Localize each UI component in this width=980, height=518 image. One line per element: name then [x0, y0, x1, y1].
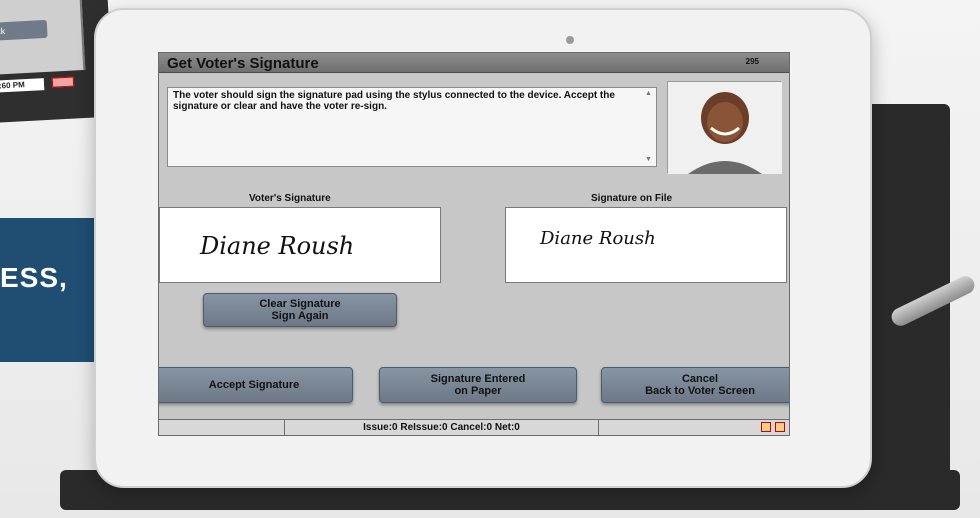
cancel-button[interactable]: Cancel Back to Voter Screen	[601, 367, 789, 403]
clear-signature-label: Clear Signature	[259, 298, 341, 310]
background-device-screen: ack 44:60 PM	[0, 0, 86, 94]
app-screen: Get Voter's Signature 295 The voter shou…	[158, 52, 790, 436]
file-signature-label: Signature on File	[591, 193, 673, 204]
cancel-label: Cancel	[681, 373, 719, 385]
svg-text:Diane Roush: Diane Roush	[199, 232, 354, 260]
clear-signature-button[interactable]: Clear Signature Sign Again	[203, 293, 397, 327]
instructions-box: The voter should sign the signature pad …	[167, 87, 657, 167]
sign-again-label: Sign Again	[271, 310, 329, 322]
status-left-cell	[159, 420, 285, 435]
on-paper-label: on Paper	[454, 385, 502, 397]
signature-entered-label: Signature Entered	[430, 373, 526, 385]
window-number: 295	[745, 57, 759, 66]
status-icon-1	[761, 422, 771, 432]
file-signature-box: Diane Roush	[505, 207, 787, 283]
status-bar: Issue:0 ReIssue:0 Cancel:0 Net:0	[159, 419, 789, 435]
back-to-voter-screen-label: Back to Voter Screen	[645, 385, 755, 397]
voter-photo	[667, 81, 782, 174]
signature-on-paper-button[interactable]: Signature Entered on Paper	[379, 367, 577, 403]
status-icon-2	[775, 422, 785, 432]
status-right-cell	[597, 420, 789, 435]
callout-text: ESS,	[0, 262, 68, 293]
background-time: 44:60 PM	[0, 78, 45, 94]
scroll-down-icon[interactable]: ▼	[645, 156, 653, 164]
background-status-icons	[51, 76, 75, 88]
voter-portrait-icon	[668, 82, 782, 174]
accept-signature-label: Accept Signature	[208, 379, 300, 391]
status-counts: Issue:0 ReIssue:0 Cancel:0 Net:0	[285, 420, 599, 435]
scroll-up-icon[interactable]: ▲	[645, 90, 653, 98]
file-signature-drawing: Diane Roush	[539, 228, 656, 249]
title-bar: Get Voter's Signature 295	[159, 53, 789, 73]
svg-text:Diane Roush: Diane Roush	[539, 228, 656, 249]
window-title: Get Voter's Signature	[167, 55, 319, 72]
accept-signature-button[interactable]: Accept Signature	[159, 367, 353, 403]
camera-icon	[566, 36, 574, 44]
voter-signature-label: Voter's Signature	[249, 193, 331, 204]
background-back-button: ack	[0, 19, 48, 42]
instructions-text: The voter should sign the signature pad …	[173, 90, 615, 112]
voter-signature-pad[interactable]: Diane Roush	[159, 207, 441, 283]
voter-signature-drawing: Diane Roush	[199, 232, 354, 260]
